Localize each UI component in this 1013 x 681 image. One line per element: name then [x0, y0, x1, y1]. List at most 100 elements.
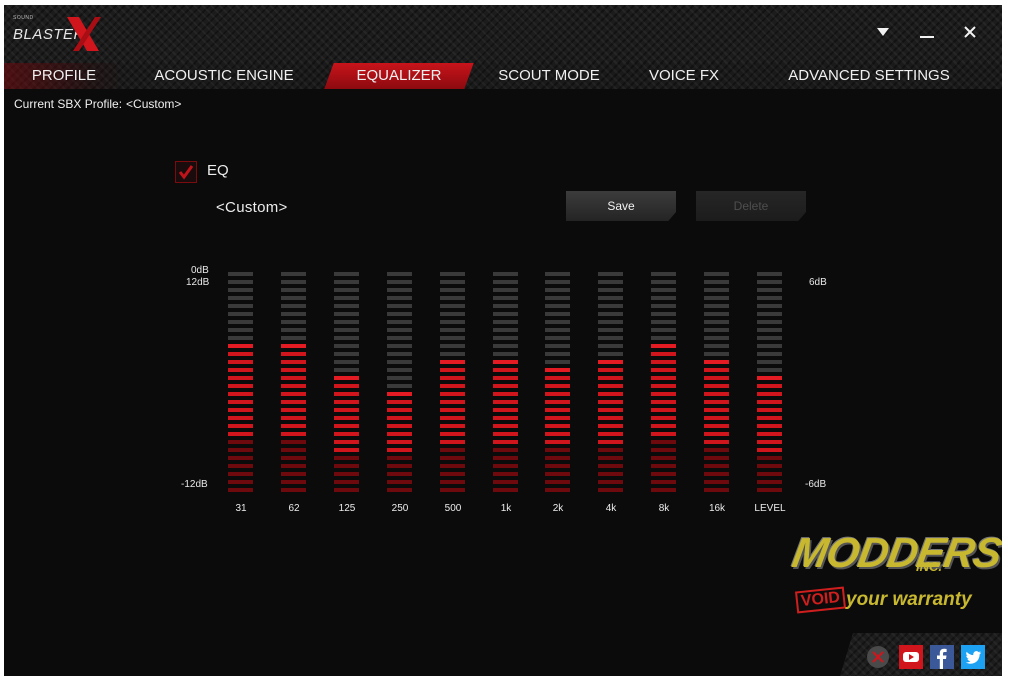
eq-segment: [334, 376, 359, 380]
eq-segment: [228, 464, 253, 468]
eq-segment: [757, 296, 782, 300]
eq-slider-level[interactable]: [757, 272, 782, 496]
eq-segment: [704, 472, 729, 476]
eq-segment: [440, 456, 465, 460]
eq-slider-2k[interactable]: [545, 272, 570, 496]
youtube-icon[interactable]: [899, 645, 923, 669]
eq-segment: [228, 328, 253, 332]
close-icon[interactable]: [957, 19, 983, 45]
eq-segment: [334, 280, 359, 284]
tab-advanced-settings[interactable]: ADVANCED SETTINGS: [774, 63, 964, 89]
eq-segment: [545, 352, 570, 356]
tab-equalizer[interactable]: EQUALIZER: [324, 63, 474, 89]
eq-segment: [440, 488, 465, 492]
eq-slider-500[interactable]: [440, 272, 465, 496]
eq-segment: [228, 288, 253, 292]
eq-segment: [651, 328, 676, 332]
eq-slider-31[interactable]: [228, 272, 253, 496]
eq-segment: [334, 480, 359, 484]
eq-segment: [281, 488, 306, 492]
eq-segment: [493, 344, 518, 348]
close-circle-icon[interactable]: [866, 645, 890, 669]
tab-acoustic-engine[interactable]: ACOUSTIC ENGINE: [144, 63, 304, 89]
axis-left-bottom: -12dB: [181, 479, 208, 490]
eq-segment: [228, 272, 253, 276]
logo-x-icon: [67, 17, 101, 51]
eq-slider-1k[interactable]: [493, 272, 518, 496]
eq-slider-4k[interactable]: [598, 272, 623, 496]
eq-segment: [493, 432, 518, 436]
eq-segment: [228, 384, 253, 388]
twitter-icon[interactable]: [961, 645, 985, 669]
eq-slider-125[interactable]: [334, 272, 359, 496]
tab-voice-fx[interactable]: VOICE FX: [634, 63, 734, 89]
delete-button[interactable]: Delete: [696, 191, 806, 221]
eq-band-label: LEVEL: [754, 503, 786, 514]
eq-slider-250[interactable]: [387, 272, 412, 496]
sound-blasterx-logo: SOUND BLASTER: [13, 15, 113, 53]
eq-segment: [545, 464, 570, 468]
eq-segment: [440, 464, 465, 468]
eq-band-label: 8k: [658, 503, 670, 514]
eq-segment: [493, 464, 518, 468]
eq-segment: [493, 456, 518, 460]
eq-segment: [704, 400, 729, 404]
eq-segment: [387, 384, 412, 388]
eq-segment: [757, 440, 782, 444]
chevron-down-icon[interactable]: [870, 19, 896, 45]
eq-segment: [651, 312, 676, 316]
eq-segment: [545, 344, 570, 348]
eq-segment: [704, 288, 729, 292]
facebook-icon[interactable]: [930, 645, 954, 669]
eq-segment: [440, 336, 465, 340]
eq-segment: [704, 456, 729, 460]
axis-left-top-a: 0dB: [191, 265, 209, 276]
eq-segment: [281, 480, 306, 484]
eq-segment: [545, 360, 570, 364]
eq-band-label: 1k: [500, 503, 512, 514]
eq-segment: [281, 384, 306, 388]
watermark-tagline: your warranty: [846, 589, 972, 610]
eq-slider-16k[interactable]: [704, 272, 729, 496]
checkmark-icon: [178, 165, 194, 180]
eq-segment: [545, 480, 570, 484]
eq-segment: [598, 416, 623, 420]
eq-segment: [598, 376, 623, 380]
eq-segment: [651, 440, 676, 444]
eq-segment: [387, 336, 412, 340]
minimize-icon[interactable]: [914, 19, 940, 45]
eq-slider-8k[interactable]: [651, 272, 676, 496]
eq-segment: [228, 336, 253, 340]
eq-segment: [704, 464, 729, 468]
watermark-void: VOID: [794, 586, 847, 614]
tab-profile[interactable]: PROFILE: [4, 63, 124, 89]
eq-segment: [704, 368, 729, 372]
eq-segment: [757, 352, 782, 356]
eq-segment: [545, 288, 570, 292]
eq-segment: [228, 280, 253, 284]
eq-segment: [757, 272, 782, 276]
eq-segment: [704, 336, 729, 340]
eq-segment: [281, 424, 306, 428]
tab-scout-mode[interactable]: SCOUT MODE: [484, 63, 614, 89]
eq-segment: [281, 304, 306, 308]
eq-segment: [545, 408, 570, 412]
eq-segment: [704, 320, 729, 324]
save-button[interactable]: Save: [566, 191, 676, 221]
eq-segment: [704, 272, 729, 276]
eq-segment: [545, 376, 570, 380]
eq-segment: [545, 312, 570, 316]
eq-segment: [704, 312, 729, 316]
eq-slider-62[interactable]: [281, 272, 306, 496]
eq-segment: [757, 488, 782, 492]
eq-segment: [334, 384, 359, 388]
eq-segment: [545, 272, 570, 276]
eq-segment: [387, 456, 412, 460]
eq-checkbox[interactable]: [175, 161, 197, 183]
eq-segment: [334, 272, 359, 276]
eq-segment: [757, 408, 782, 412]
eq-segment: [598, 448, 623, 452]
eq-segment: [440, 448, 465, 452]
eq-segment: [440, 480, 465, 484]
eq-segment: [598, 408, 623, 412]
